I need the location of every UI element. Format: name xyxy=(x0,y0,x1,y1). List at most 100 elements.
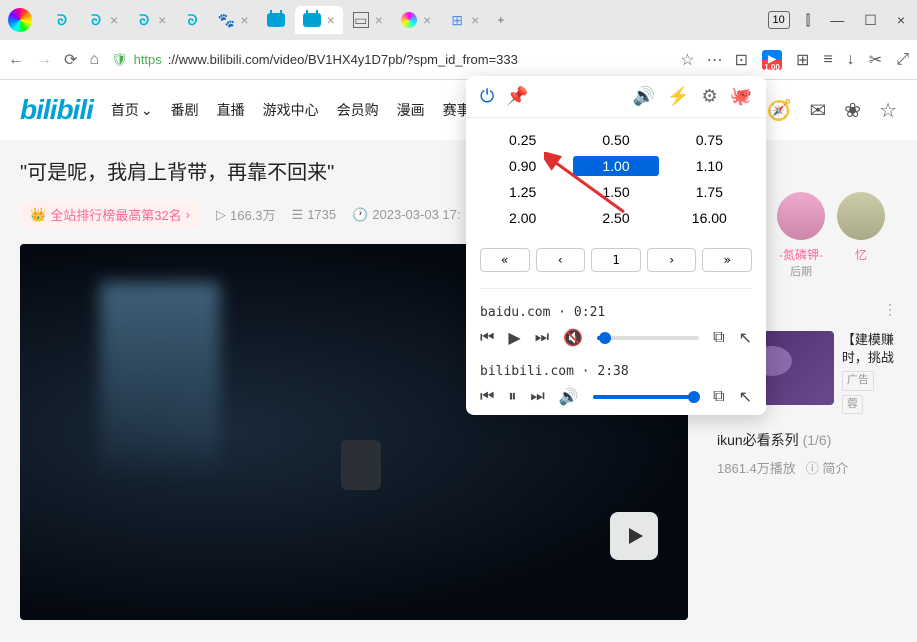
skip-forward-icon[interactable]: ⏭ xyxy=(535,329,549,347)
nav-live[interactable]: 直播 xyxy=(217,100,245,120)
close-icon[interactable]: × xyxy=(327,12,335,28)
nav-manga[interactable]: 漫画 xyxy=(397,100,425,120)
more-icon[interactable]: ⋯ xyxy=(707,50,723,70)
forward-fast-button[interactable]: » xyxy=(702,248,752,272)
minimize-button[interactable]: — xyxy=(826,8,848,32)
browser-logo[interactable] xyxy=(8,8,32,32)
tab-10[interactable]: ⊞× xyxy=(441,6,487,34)
compass-icon[interactable]: 🧭 xyxy=(767,98,792,123)
close-icon[interactable]: × xyxy=(423,12,431,28)
expand-icon[interactable]: ⤢ xyxy=(896,51,909,69)
url-input[interactable]: 🛡 https://www.bilibili.com/video/BV1HX4y… xyxy=(111,52,668,68)
speed-option[interactable]: 0.50 xyxy=(573,130,658,150)
power-icon[interactable]: ⏻ xyxy=(480,86,494,107)
bolt-icon[interactable]: ⚡ xyxy=(667,86,689,107)
speed-option[interactable]: 16.00 xyxy=(667,208,752,228)
rank-badge[interactable]: 👑全站排行榜最高第32名 › xyxy=(20,201,200,228)
speed-option[interactable]: 1.00 xyxy=(573,156,658,176)
speed-option[interactable]: 0.75 xyxy=(667,130,752,150)
close-icon[interactable]: × xyxy=(110,12,118,28)
tab-8[interactable]: ▭× xyxy=(345,6,391,34)
more-icon[interactable]: ⋮ xyxy=(883,301,897,318)
nav-member[interactable]: 会员购 xyxy=(337,100,379,120)
forward-button[interactable]: → xyxy=(36,51,52,69)
clock-icon: 🕐 xyxy=(352,207,368,223)
speed-option[interactable]: 1.10 xyxy=(667,156,752,176)
speed-option[interactable]: 1.50 xyxy=(573,182,658,202)
forward-button[interactable]: › xyxy=(647,248,697,272)
maximize-button[interactable]: ☐ xyxy=(860,8,881,33)
speed-option[interactable]: 0.90 xyxy=(480,156,565,176)
tab-2[interactable]: ᘐ× xyxy=(80,6,126,34)
extension-icon[interactable]: ⊡ xyxy=(735,50,748,70)
tab-9[interactable]: × xyxy=(393,6,439,34)
bilibili-logo[interactable]: bilibili xyxy=(20,94,93,126)
new-tab-button[interactable]: + xyxy=(489,7,512,33)
speed-option[interactable]: 1.25 xyxy=(480,182,565,202)
speed-option[interactable]: 2.50 xyxy=(573,208,658,228)
pointer-icon[interactable]: ↖ xyxy=(739,328,752,348)
skip-back-icon[interactable]: ⏮ xyxy=(480,329,494,347)
creator-avatar-3[interactable]: 忆 xyxy=(837,192,885,279)
play-icon[interactable]: ▶ xyxy=(508,328,520,348)
pip-icon[interactable]: ⧉ xyxy=(713,329,724,347)
sidebar-toggle-icon[interactable]: ⫿ xyxy=(802,8,814,33)
home-button[interactable]: ⌂ xyxy=(89,51,99,69)
media-label: baidu.com · 0:21 xyxy=(480,305,752,320)
floating-play-button[interactable] xyxy=(610,512,658,560)
speed-option[interactable]: 2.00 xyxy=(480,208,565,228)
tab-4[interactable]: ᘐ xyxy=(176,6,208,34)
nav-home[interactable]: 首页 ⌄ xyxy=(111,100,153,120)
rewind-button[interactable]: ‹ xyxy=(536,248,586,272)
speed-option[interactable]: 0.25 xyxy=(480,130,565,150)
pin-icon[interactable]: 📌 xyxy=(506,86,528,107)
back-button[interactable]: ← xyxy=(8,51,24,69)
star-icon[interactable]: ☆ xyxy=(879,98,897,123)
site-icon: ᘐ xyxy=(136,12,152,28)
message-icon[interactable]: ✉ xyxy=(810,98,827,123)
pip-icon[interactable]: ⧉ xyxy=(713,388,724,406)
activity-icon[interactable]: ❀ xyxy=(844,98,861,123)
mute-icon[interactable]: 🔇 xyxy=(563,328,583,348)
pause-icon[interactable]: ⏸ xyxy=(508,388,516,406)
tab-count-badge[interactable]: 10 xyxy=(768,11,790,29)
skip-forward-icon[interactable]: ⏭ xyxy=(530,388,544,406)
menu-icon[interactable]: ≡ xyxy=(823,51,832,69)
close-icon[interactable]: × xyxy=(158,12,166,28)
rewind-fast-button[interactable]: « xyxy=(480,248,530,272)
scissors-icon[interactable]: ✂ xyxy=(869,50,882,70)
grid-extension-icon[interactable]: ⊞ xyxy=(796,50,809,70)
tab-active[interactable]: × xyxy=(295,6,343,34)
tab-1[interactable]: ᘐ xyxy=(46,6,78,34)
tab-3[interactable]: ᘐ× xyxy=(128,6,174,34)
creator-avatar-2[interactable]: -氮磷钾- 后期 xyxy=(777,192,825,279)
tab-5[interactable]: 🐾× xyxy=(210,6,256,34)
tab-6[interactable] xyxy=(259,7,293,33)
speed-option[interactable]: 1.75 xyxy=(667,182,752,202)
bookmark-star-icon[interactable]: ☆ xyxy=(680,50,694,70)
nav-game[interactable]: 游戏中心 xyxy=(263,100,319,120)
speed-input[interactable]: 1 xyxy=(591,248,641,272)
github-icon[interactable]: 🐙 xyxy=(730,86,752,107)
close-icon[interactable]: × xyxy=(471,12,479,28)
url-text: ://www.bilibili.com/video/BV1HX4y1D7pb/?… xyxy=(168,52,518,67)
volume-icon[interactable]: 🔊 xyxy=(633,86,655,107)
baidu-icon: 🐾 xyxy=(218,12,234,28)
info-icon[interactable]: ⓘ 简介 xyxy=(806,458,849,477)
close-icon[interactable]: × xyxy=(375,12,383,28)
volume-slider[interactable] xyxy=(593,395,699,399)
playlist-title[interactable]: ikun必看系列 (1/6) xyxy=(717,430,897,450)
gear-icon[interactable]: ⚙ xyxy=(701,86,717,107)
download-icon[interactable]: ↓ xyxy=(847,51,855,69)
speed-extension-icon[interactable]: ▶1.00 xyxy=(762,50,782,70)
close-window-button[interactable]: × xyxy=(893,8,909,32)
skip-back-icon[interactable]: ⏮ xyxy=(480,388,494,406)
reload-button[interactable]: ⟳ xyxy=(64,50,77,70)
nav-anime[interactable]: 番剧 xyxy=(171,100,199,120)
pointer-icon[interactable]: ↖ xyxy=(739,387,752,407)
volume-slider[interactable] xyxy=(597,336,699,340)
avatar xyxy=(837,192,885,240)
volume-icon[interactable]: 🔊 xyxy=(559,387,579,407)
browser-tab-strip: ᘐ ᘐ× ᘐ× ᘐ 🐾× × ▭× × ⊞× + 10 ⫿ — ☐ × xyxy=(0,0,917,40)
close-icon[interactable]: × xyxy=(240,12,248,28)
